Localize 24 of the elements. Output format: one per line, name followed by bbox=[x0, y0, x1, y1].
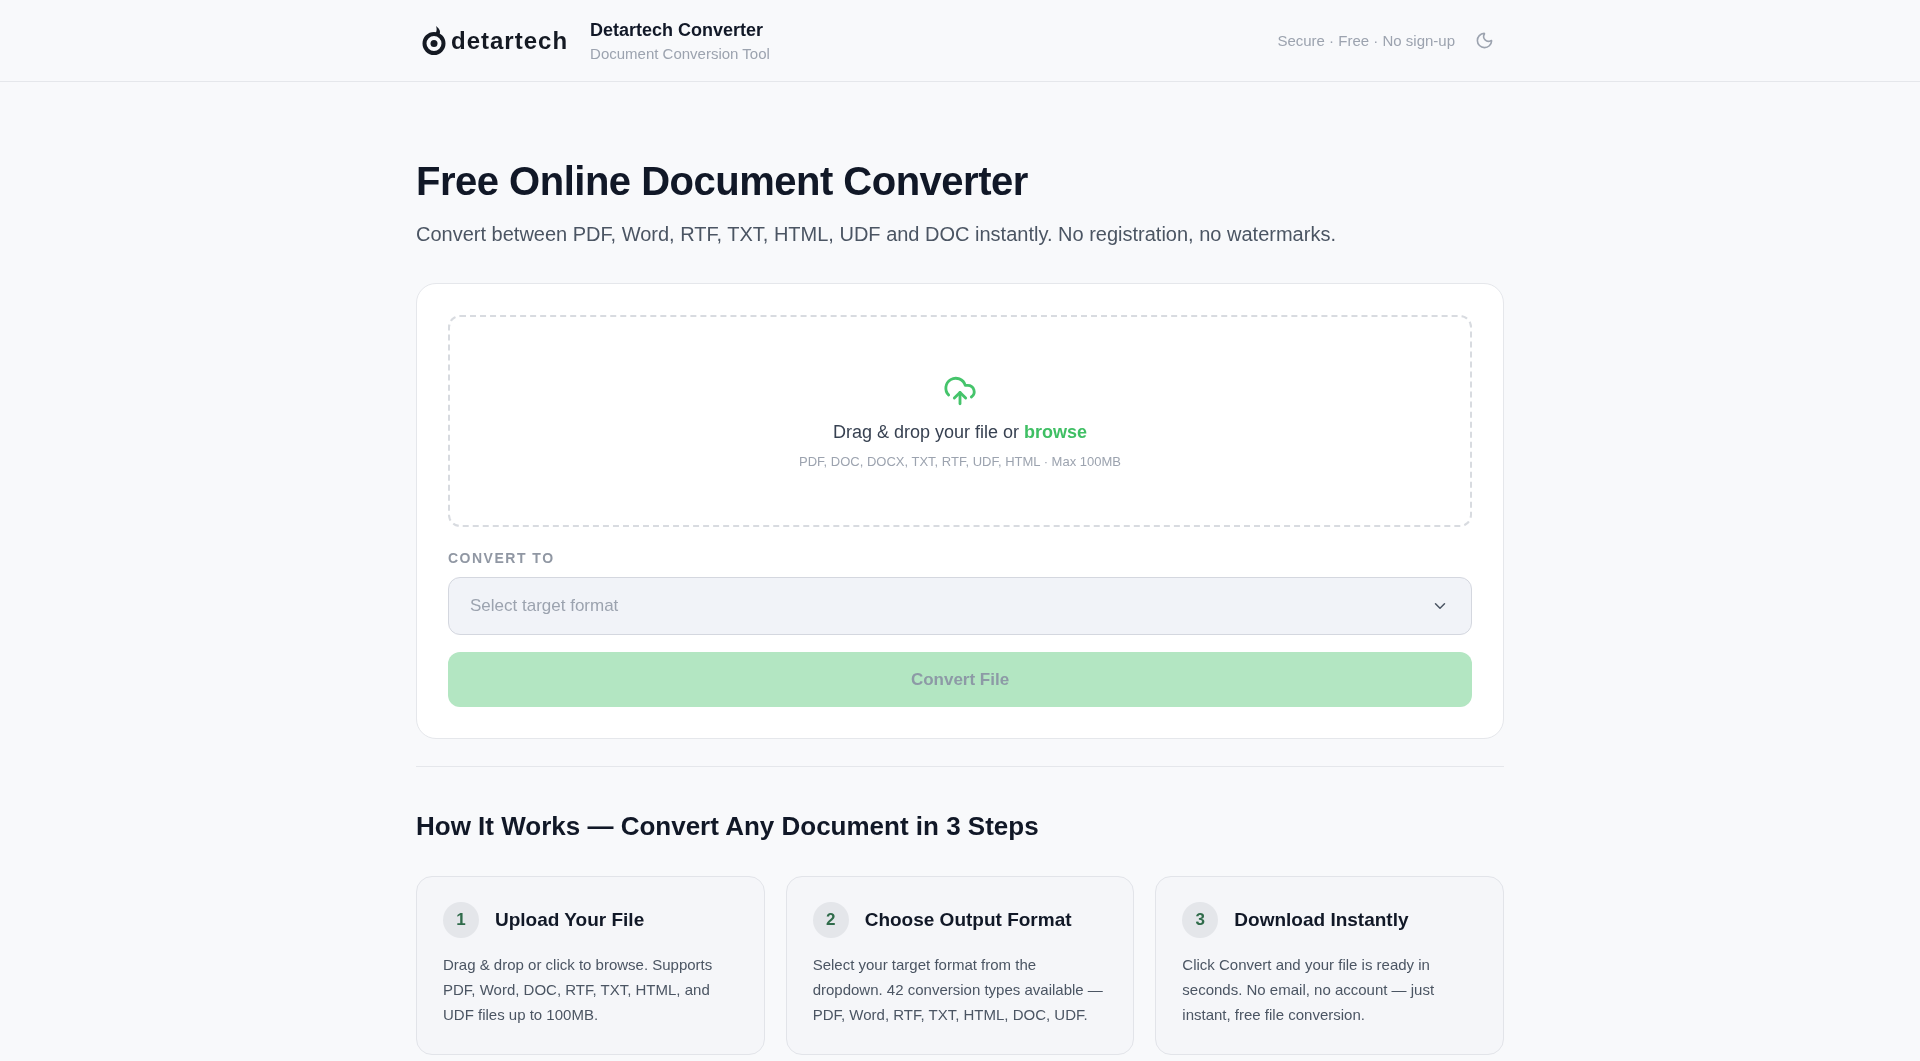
step-number: 1 bbox=[443, 902, 479, 938]
tagline: Secure · Free · No sign-up bbox=[1277, 32, 1455, 49]
target-format-select[interactable]: Select target format bbox=[448, 577, 1472, 635]
app-subtitle: Document Conversion Tool bbox=[590, 43, 770, 63]
file-dropzone[interactable]: Drag & drop your file or browse PDF, DOC, DOCX, TXT, RTF, UDF, HTML · Max 100MB bbox=[448, 315, 1472, 527]
field-label: CONVERT TO bbox=[448, 549, 556, 567]
step-title: Download Instantly bbox=[1234, 909, 1409, 931]
step-description: Click Convert and your file is ready in seconds. No email, no account — just instant, free file conversion. bbox=[1182, 955, 1436, 1025]
step-description: Drag & drop or click to browse. Supports PDF, Word, DOC, RTF, TXT, HTML, and UDF files up to 100MB. bbox=[443, 955, 714, 1025]
step-title: Choose Output Format bbox=[864, 909, 1072, 931]
logo-icon bbox=[422, 25, 448, 56]
page-title: Free Online Document Converter bbox=[416, 158, 1029, 204]
page-subtitle: Convert between PDF, Word, RTF, TXT, HTML, UDF and DOC instantly. No registration, no watermarks. bbox=[416, 222, 1337, 247]
app-title: Detartech Converter bbox=[590, 18, 765, 41]
browse-link[interactable]: browse bbox=[1024, 421, 1088, 442]
step-number: 3 bbox=[1182, 902, 1219, 938]
moon-icon bbox=[1475, 31, 1494, 50]
step-description: Select your target format from the dropdown. 42 conversion types available — PDF, Word, RTF, TXT, HTML, DOC, UDF. bbox=[812, 955, 1104, 1025]
step-number: 2 bbox=[812, 902, 849, 938]
step-title: Upload Your File bbox=[495, 909, 645, 931]
dropzone-prompt: Drag & drop your file or browse bbox=[832, 420, 1088, 444]
section-title: How It Works — Convert Any Document in 3 Steps bbox=[416, 810, 1040, 842]
logo-wordmark: detartech bbox=[451, 25, 569, 56]
supported-formats: PDF, DOC, DOCX, TXT, RTF, UDF, HTML · Max 100MB bbox=[799, 453, 1121, 469]
